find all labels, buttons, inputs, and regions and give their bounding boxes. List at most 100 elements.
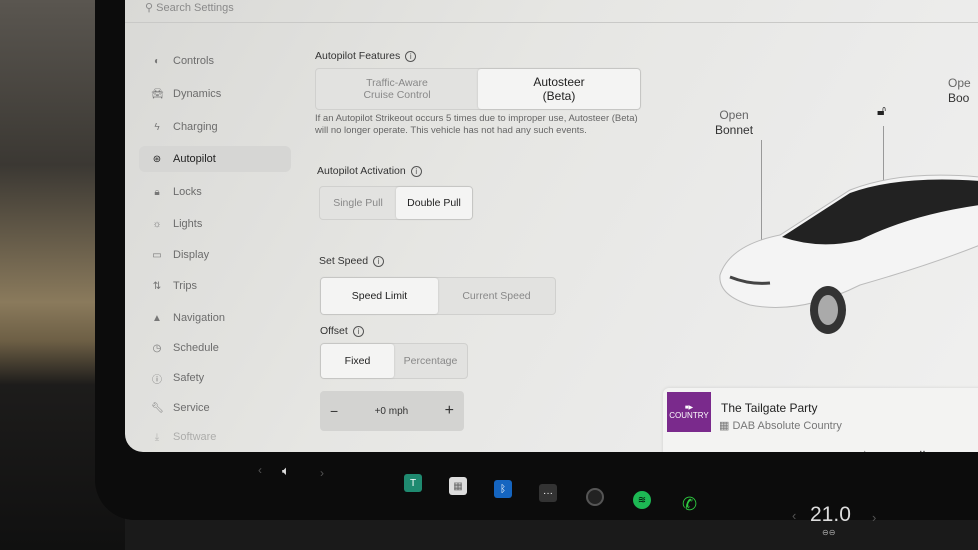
sidebar-item-label: Display [173,249,210,261]
option-line: Traffic-Aware [366,77,428,89]
button-line: Open [719,108,749,122]
autopilot-activation-heading: Autopilot Activation i [317,165,422,177]
autopilot-features-selector: Traffic-Aware Cruise Control Autosteer (Be… [315,68,641,110]
sidebar-item-label: Autopilot [173,153,216,165]
temperature-up-chevron-icon[interactable]: › [872,510,876,525]
display-icon: ▭ [152,249,162,261]
camera-icon[interactable] [586,488,604,506]
open-bonnet-button[interactable]: Open Bonnet [715,108,753,138]
option-line: (Beta) [542,89,576,103]
sidebar-item-label: Dynamics [173,88,222,100]
bolt-icon: ϟ [154,121,160,133]
decrease-button[interactable]: − [330,403,338,419]
trips-icon: ⇅ [152,280,162,292]
media-player: ■▶ COUNTRY The Tailgate Party ▦ DAB Absol… [663,388,978,452]
unlock-icon[interactable]: 🔓︎ [877,102,886,119]
sidebar-item-trips[interactable]: ⇅ Trips [145,273,295,299]
spotify-icon[interactable]: ≋ [633,491,651,509]
sidebar-item-label: Navigation [173,312,225,324]
art-label: COUNTRY [669,411,709,420]
increase-button[interactable]: + [445,402,454,420]
navigation-icon: ▲ [152,312,162,324]
option-single-pull[interactable]: Single Pull [320,187,396,219]
temperature-down-chevron-icon[interactable]: ‹ [792,508,796,523]
heading-text: Autopilot Activation [317,165,406,177]
info-icon[interactable]: i [352,325,364,337]
heading-text: Autopilot Features [315,50,401,62]
steering-wheel-icon: ⊛ [152,153,162,165]
sidebar-item-schedule[interactable]: ◷ Schedule [145,335,295,361]
set-speed-heading: Set Speed i [319,255,385,267]
toggle-icon: ◐ [153,55,161,67]
sidebar-item-safety[interactable]: ⓘ Safety [145,365,295,391]
option-double-pull[interactable]: Double Pull [396,187,472,219]
option-autosteer-beta[interactable]: Autosteer (Beta) [478,69,640,109]
touchscreen: ⚲ Search Settings ◐ Controls 🚘︎ Dynamics ϟ… [125,0,978,452]
cabin-temperature[interactable]: 21.0 [810,503,851,527]
sidebar-item-dynamics[interactable]: 🚘︎ Dynamics [145,81,295,107]
autopilot-features-heading: Autopilot Features i [315,50,417,62]
stop-button[interactable]: ■ [743,448,751,452]
sidebar-item-controls[interactable]: ◐ Controls [145,48,295,74]
phone-icon[interactable]: ✆ [682,494,697,515]
bluetooth-icon[interactable]: ᛒ [494,480,512,498]
option-line: Autosteer [533,75,585,89]
info-icon[interactable]: i [373,255,385,267]
source-text: DAB Absolute Country [732,420,842,432]
search-settings[interactable]: ⚲ Search Settings [145,2,234,15]
search-icon: ⚲ [145,2,157,14]
offset-value: +0 mph [374,405,409,417]
option-speed-limit[interactable]: Speed Limit [321,278,438,314]
download-icon: ⤓ [154,431,160,443]
sidebar-item-display[interactable]: ▭ Display [145,242,295,268]
sidebar-item-service[interactable]: 🔧︎ Service [145,395,295,421]
option-traffic-aware-cruise-control[interactable]: Traffic-Aware Cruise Control [316,69,478,109]
offset-stepper: − +0 mph + [320,391,464,431]
offset-heading: Offset i [320,325,364,337]
more-apps-icon[interactable]: ··· [539,484,557,502]
sidebar-item-lights[interactable]: ☼ Lights [145,211,295,237]
next-track-button[interactable]: ⏭︎ [801,448,813,452]
car-model-image [719,174,978,334]
toybox-icon[interactable]: T [404,474,422,492]
offset-selector: Fixed Percentage [320,343,468,379]
volume-left-chevron-icon[interactable]: ‹ [258,463,262,477]
info-icon[interactable]: i [405,50,417,62]
button-line: Boo [948,91,970,105]
info-icon[interactable]: i [410,165,422,177]
sidebar-item-navigation[interactable]: ▲ Navigation [145,305,295,331]
option-current-speed[interactable]: Current Speed [438,278,555,314]
heading-text: Set Speed [319,255,369,267]
sidebar-item-label: Trips [173,280,198,292]
track-source: ▦ DAB Absolute Country [719,419,842,432]
previous-track-button[interactable]: ⏮︎ [685,448,697,452]
sidebar-item-label: Service [173,402,210,414]
open-boot-button[interactable]: Ope Boo [948,76,971,106]
clock-icon: ◷ [152,342,162,354]
volume-right-chevron-icon[interactable]: › [320,466,324,480]
favorite-star-icon[interactable]: ☆ [859,448,871,452]
volume-icon[interactable]: 🔈︎ [282,463,290,479]
strikeout-note: If an Autopilot Strikeout occurs 5 times… [315,113,638,136]
sidebar-item-label: Schedule [173,342,219,354]
calendar-icon[interactable]: ▦ [449,477,467,495]
radio-icon: ▦ [719,420,733,432]
button-line: Bonnet [715,123,754,137]
autopilot-activation-selector: Single Pull Double Pull [319,186,473,220]
sidebar-item-locks[interactable]: 🔒︎ Locks [145,179,295,205]
equalizer-icon[interactable]: ⫶⫶ [919,448,926,452]
fan-icon: ⊖⊖ [822,528,836,537]
track-title: The Tailgate Party [721,401,818,415]
safety-icon: ⓘ [152,374,162,386]
sidebar-item-software[interactable]: ⤓ Software [145,424,295,450]
sun-icon: ☼ [152,218,162,230]
sidebar-item-charging[interactable]: ϟ Charging [145,114,295,140]
wrench-icon: 🔧︎ [151,402,164,414]
button-line: Ope [948,76,971,90]
option-fixed[interactable]: Fixed [321,344,394,378]
search-input[interactable]: Search Settings [156,2,234,14]
sidebar-item-autopilot[interactable]: ⊛ Autopilot [139,146,291,172]
sidebar-item-label: Safety [173,372,205,384]
sidebar-item-label: Lights [173,218,203,230]
option-percentage[interactable]: Percentage [394,344,467,378]
